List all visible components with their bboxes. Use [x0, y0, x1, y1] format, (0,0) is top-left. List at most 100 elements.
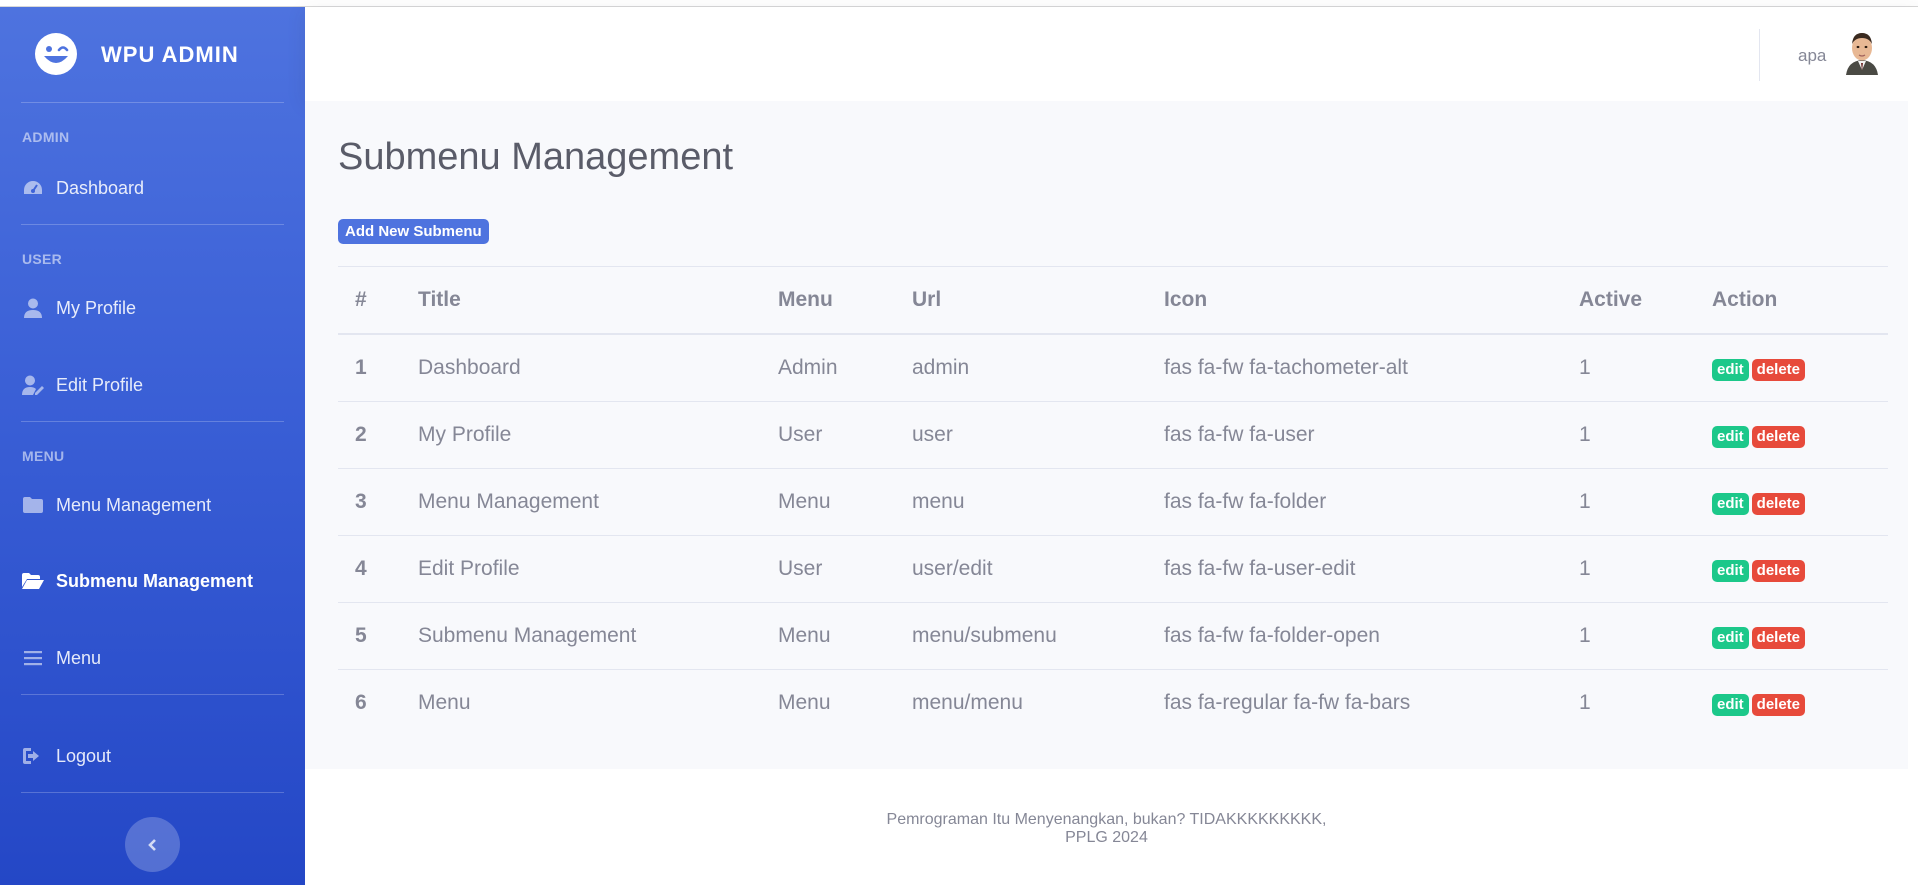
row-active: 1 — [1579, 602, 1712, 670]
column-header: Menu — [778, 266, 912, 335]
sidebar-item-logout[interactable]: Logout — [22, 741, 284, 771]
delete-button[interactable]: delete — [1751, 626, 1806, 649]
edit-button[interactable]: edit — [1712, 492, 1749, 515]
row-active: 1 — [1579, 401, 1712, 469]
column-header: Title — [418, 266, 778, 335]
row-url: user/edit — [912, 535, 1164, 603]
sidebar-brand[interactable]: WPU ADMIN — [0, 7, 305, 102]
row-url: admin — [912, 333, 1164, 402]
row-actions: edit delete — [1712, 602, 1888, 670]
edit-button[interactable]: edit — [1712, 626, 1749, 649]
row-icon: fas fa-fw fa-user — [1164, 401, 1579, 469]
row-number: 4 — [338, 535, 418, 603]
user-name[interactable]: apa — [1798, 46, 1826, 66]
delete-button[interactable]: delete — [1751, 693, 1806, 716]
row-actions: edit delete — [1712, 669, 1888, 736]
footer-line: PPLG 2024 — [1065, 829, 1148, 846]
table-row: 4 Edit Profile User user/edit fas fa-fw … — [338, 535, 1888, 603]
bars-icon — [22, 648, 44, 668]
table-row: 2 My Profile User user fas fa-fw fa-user… — [338, 401, 1888, 469]
sidebar-item-label: Dashboard — [56, 177, 145, 198]
row-number: 5 — [338, 602, 418, 670]
browser-top-edge — [0, 0, 1918, 7]
column-header: # — [338, 266, 418, 335]
row-title: Menu — [418, 669, 778, 736]
row-menu: Menu — [778, 468, 912, 536]
sidebar-item-dashboard[interactable]: Dashboard — [22, 173, 284, 203]
sidebar-item-label: Logout — [56, 745, 112, 766]
laugh-wink-icon — [35, 33, 77, 75]
row-url: menu/menu — [912, 669, 1164, 736]
footer-text: Pemrograman Itu Menyenangkan, bukan? TID… — [305, 811, 1908, 847]
row-menu: User — [778, 401, 912, 469]
row-title: Menu Management — [418, 468, 778, 536]
row-number: 1 — [338, 333, 418, 402]
row-title: Edit Profile — [418, 535, 778, 603]
column-header: Active — [1579, 266, 1712, 335]
row-menu: Admin — [778, 333, 912, 402]
delete-button[interactable]: delete — [1751, 425, 1806, 448]
row-title: My Profile — [418, 401, 778, 469]
page-scrollbar[interactable] — [1908, 7, 1918, 885]
edit-button[interactable]: edit — [1712, 559, 1749, 582]
row-url: user — [912, 401, 1164, 469]
footer-line: Pemrograman Itu Menyenangkan, bukan? TID… — [886, 811, 1327, 828]
sidebar-item-label: Menu Management — [56, 494, 212, 515]
row-icon: fas fa-regular fa-fw fa-bars — [1164, 669, 1579, 736]
row-number: 3 — [338, 468, 418, 536]
page-title: Submenu Management — [338, 136, 734, 178]
chevron-left-icon — [147, 838, 156, 851]
row-actions: edit delete — [1712, 535, 1888, 603]
row-active: 1 — [1579, 535, 1712, 603]
sidebar-item-edit-profile[interactable]: Edit Profile — [22, 370, 284, 400]
sidebar-divider — [21, 224, 284, 225]
row-title: Submenu Management — [418, 602, 778, 670]
row-menu: User — [778, 535, 912, 603]
edit-button[interactable]: edit — [1712, 425, 1749, 448]
sidebar-item-my-profile[interactable]: My Profile — [22, 293, 284, 323]
row-active: 1 — [1579, 333, 1712, 402]
row-actions: edit delete — [1712, 468, 1888, 536]
sidebar-heading-user: USER — [22, 251, 63, 267]
sidebar-item-label: Submenu Management — [56, 570, 254, 591]
brand-title: WPU ADMIN — [101, 42, 239, 67]
topbar-divider — [1759, 29, 1760, 81]
sidebar-divider — [21, 792, 284, 793]
row-number: 6 — [338, 669, 418, 736]
submenu-table: # Title Menu Url Icon Active Action 1 Da… — [338, 266, 1888, 736]
sidebar-item-menu-management[interactable]: Menu Management — [22, 490, 284, 520]
delete-button[interactable]: delete — [1751, 492, 1806, 515]
sidebar-heading-menu: MENU — [22, 448, 65, 464]
edit-button[interactable]: edit — [1712, 358, 1749, 381]
delete-button[interactable]: delete — [1751, 358, 1806, 381]
row-actions: edit delete — [1712, 401, 1888, 469]
column-header: Action — [1712, 266, 1888, 335]
sign-out-icon — [22, 746, 44, 766]
row-url: menu/submenu — [912, 602, 1164, 670]
sidebar: WPU ADMIN ADMIN Dashboard USER My Profil… — [0, 7, 305, 885]
folder-icon — [22, 495, 44, 515]
table-row: 5 Submenu Management Menu menu/submenu f… — [338, 602, 1888, 670]
main-content: Submenu Management Add New Submenu # Tit… — [305, 101, 1908, 769]
sidebar-item-submenu-management[interactable]: Submenu Management — [22, 566, 284, 596]
sidebar-item-menu[interactable]: Menu — [22, 643, 284, 673]
sidebar-item-label: My Profile — [56, 297, 137, 318]
sidebar-divider — [21, 694, 284, 695]
add-submenu-button[interactable]: Add New Submenu — [338, 219, 489, 244]
row-menu: Menu — [778, 602, 912, 670]
delete-button[interactable]: delete — [1751, 559, 1806, 582]
folder-open-icon — [22, 571, 44, 591]
user-icon — [22, 298, 44, 318]
topbar: apa — [305, 7, 1918, 101]
table-row: 1 Dashboard Admin admin fas fa-fw fa-tac… — [338, 333, 1888, 402]
row-icon: fas fa-fw fa-folder-open — [1164, 602, 1579, 670]
row-number: 2 — [338, 401, 418, 469]
sidebar-toggle-button[interactable] — [125, 817, 180, 872]
row-title: Dashboard — [418, 333, 778, 402]
row-menu: Menu — [778, 669, 912, 736]
user-edit-icon — [22, 375, 44, 395]
column-header: Icon — [1164, 266, 1579, 335]
row-url: menu — [912, 468, 1164, 536]
avatar[interactable] — [1842, 31, 1882, 75]
edit-button[interactable]: edit — [1712, 693, 1749, 716]
